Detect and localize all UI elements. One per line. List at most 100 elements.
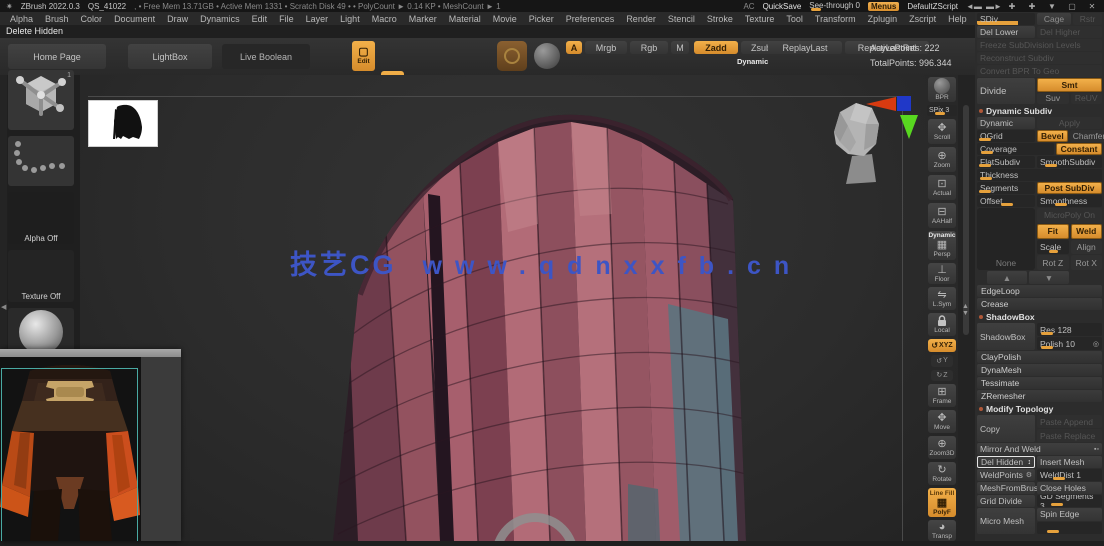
del-lower-button[interactable]: Del Lower [977, 26, 1035, 38]
anchor-a-button[interactable]: A [566, 41, 582, 54]
rotation-mode-xyz-button[interactable]: ↺ XYZ [928, 338, 956, 353]
left-tray-divider[interactable]: ◀ [0, 75, 7, 349]
micro-mesh-button[interactable]: Micro Mesh [977, 508, 1035, 534]
thickness-slider[interactable]: Thickness [977, 169, 1102, 181]
crease-section[interactable]: Crease [977, 298, 1102, 310]
segments-slider[interactable]: Segments [977, 182, 1035, 194]
current-stroke-dots[interactable]: Dots [8, 136, 74, 186]
menu-item[interactable]: File [275, 14, 298, 24]
zremesher-section[interactable]: ZRemesher [977, 390, 1102, 402]
menu-item[interactable]: Zscript [905, 14, 940, 24]
cage-button[interactable]: Cage [1037, 13, 1071, 25]
menu-item[interactable]: Picker [525, 14, 558, 24]
menu-item[interactable]: Zplugin [864, 14, 902, 24]
bpr-render-button[interactable]: BPR [928, 77, 956, 102]
freeze-subdivision-button[interactable]: Freeze SubDivision Levels [977, 39, 1102, 51]
micropoly-selector[interactable]: MicroPoly On [1037, 208, 1102, 223]
weldpoints-button[interactable]: WeldPoints ⚙ [977, 469, 1035, 481]
mirror-axis-icons[interactable]: ▪▫ [1094, 446, 1099, 453]
menu-item[interactable]: Marker [405, 14, 441, 24]
menu-item[interactable]: Layer [302, 14, 333, 24]
sculptris-pro-button[interactable] [497, 41, 527, 71]
menu-item[interactable]: Macro [368, 14, 401, 24]
aahalf-button[interactable]: ⊟ AAHalf [928, 203, 956, 229]
replay-last-button[interactable]: ReplayLast [768, 41, 842, 54]
material-preview-sphere[interactable] [534, 43, 560, 69]
weld-toggle[interactable]: Weld [1070, 223, 1102, 239]
gd-segments-slider[interactable]: GD Segments 3 [1037, 495, 1102, 507]
shadowbox-res-slider[interactable]: Res 128 [1037, 323, 1102, 336]
flatsubdiv-slider[interactable]: FlatSubdiv [977, 156, 1035, 168]
minimize-button[interactable]: ▼ [1046, 2, 1058, 11]
rgb-button[interactable]: Rgb [630, 41, 668, 54]
restore-button[interactable]: ▢ [1066, 2, 1078, 11]
menu-item[interactable]: Help [944, 14, 971, 24]
hand-config-right-icon[interactable]: ✚ [1026, 2, 1038, 11]
rotation-mode-y-button[interactable]: ↺ Y [931, 355, 953, 367]
reference-image-window[interactable] [0, 349, 181, 541]
menu-item[interactable]: Dynamics [196, 14, 244, 24]
dynamic-subdiv-header[interactable]: Dynamic Subdiv [977, 105, 1102, 116]
scroll-button[interactable]: ✥ Scroll [928, 119, 956, 145]
rotate-3d-button[interactable]: ↻ Rotate [928, 462, 956, 486]
bevel-toggle[interactable]: Bevel [1037, 130, 1068, 142]
menu-item[interactable]: Light [336, 14, 364, 24]
del-higher-button[interactable]: Del Higher [1037, 26, 1102, 38]
ui-layout-next-icon[interactable]: ▬► [986, 2, 1002, 11]
paste-replace-button[interactable]: Paste Replace [1037, 429, 1102, 442]
move-3d-button[interactable]: ✥ Move [928, 410, 956, 434]
current-texture-off[interactable]: Texture Off [8, 250, 74, 302]
constant-toggle[interactable]: Constant [1056, 143, 1102, 155]
zoom-button[interactable]: ⊕ Zoom [928, 147, 956, 173]
skirt-mesh-model[interactable] [328, 104, 748, 541]
dynamic-mode-button[interactable]: Dynamic [977, 117, 1035, 129]
apply-button[interactable]: Apply [1037, 117, 1102, 129]
canvas-viewport[interactable]: 技艺CG www.qdnxxfb.cn [80, 75, 958, 541]
floor-button[interactable]: ⊥ Floor [928, 262, 956, 284]
home-page-button[interactable]: Home Page [8, 44, 106, 69]
zoom-3d-button[interactable]: ⊕ Zoom3D [928, 436, 956, 460]
reference-window-titlebar[interactable] [0, 349, 181, 357]
transparency-button[interactable]: ◕ Transp [928, 519, 956, 541]
divide-button[interactable]: Divide [977, 78, 1035, 104]
mrgb-button[interactable]: Mrgb [585, 41, 627, 54]
see-through-slider[interactable]: See-through 0 [809, 1, 860, 12]
rotation-mode-z-button[interactable]: ↻ Z [931, 369, 953, 382]
right-tray-divider[interactable]: ▲ ▼ [958, 75, 975, 541]
menu-item[interactable]: Render [622, 14, 660, 24]
rot-x-button[interactable]: Rot X [1070, 255, 1102, 270]
micropoly-scale-slider[interactable]: Scale [1037, 239, 1069, 255]
menu-item[interactable]: Alpha [6, 14, 37, 24]
close-holes-button[interactable]: Close Holes [1037, 482, 1102, 494]
qgrid-slider[interactable]: QGrid [977, 130, 1035, 142]
frame-button[interactable]: ⊞ Frame [928, 384, 956, 408]
menus-toggle-button[interactable]: Menus [867, 1, 900, 11]
mesh-from-brush-button[interactable]: MeshFromBrush [977, 482, 1043, 494]
tray-collapse-arrows[interactable]: ▲ ▼ [962, 303, 969, 317]
claypolish-section[interactable]: ClayPolish [977, 351, 1102, 363]
menu-item[interactable]: Document [110, 14, 159, 24]
coverage-slider[interactable]: Coverage [977, 143, 1054, 155]
offset-slider[interactable]: Offset [977, 195, 1035, 207]
cut-off-slider[interactable] [1037, 521, 1102, 534]
menu-item[interactable]: Tool [782, 14, 807, 24]
edit-button[interactable]: ▢ Edit [352, 41, 375, 71]
sdiv-slider[interactable]: SDiv [977, 13, 1035, 25]
menu-item[interactable]: Color [77, 14, 107, 24]
insert-mesh-button[interactable]: Insert Mesh [1037, 456, 1102, 468]
shadowbox-polish-slider[interactable]: Polish 10 ◎ [1037, 337, 1102, 350]
menu-item[interactable]: Stroke [703, 14, 737, 24]
ui-layout-prev-icon[interactable]: ◄▬ [966, 2, 982, 11]
menu-item[interactable]: Transform [811, 14, 860, 24]
fit-toggle[interactable]: Fit [1037, 223, 1069, 239]
menu-item[interactable]: Movie [489, 14, 521, 24]
micropoly-prev-arrow[interactable]: ▲ [987, 271, 1027, 284]
menu-item[interactable]: Texture [741, 14, 779, 24]
weldpoints-gear-icon[interactable]: ⚙ [1026, 471, 1032, 479]
menu-item[interactable]: Stencil [664, 14, 699, 24]
zadd-button[interactable]: Zadd [694, 41, 738, 54]
hand-config-left-icon[interactable]: ✚ [1006, 2, 1018, 11]
rot-z-button[interactable]: Rot Z [1037, 255, 1069, 270]
micropoly-next-arrow[interactable]: ▼ [1029, 271, 1069, 284]
quicksave-button[interactable]: QuickSave [763, 2, 802, 11]
